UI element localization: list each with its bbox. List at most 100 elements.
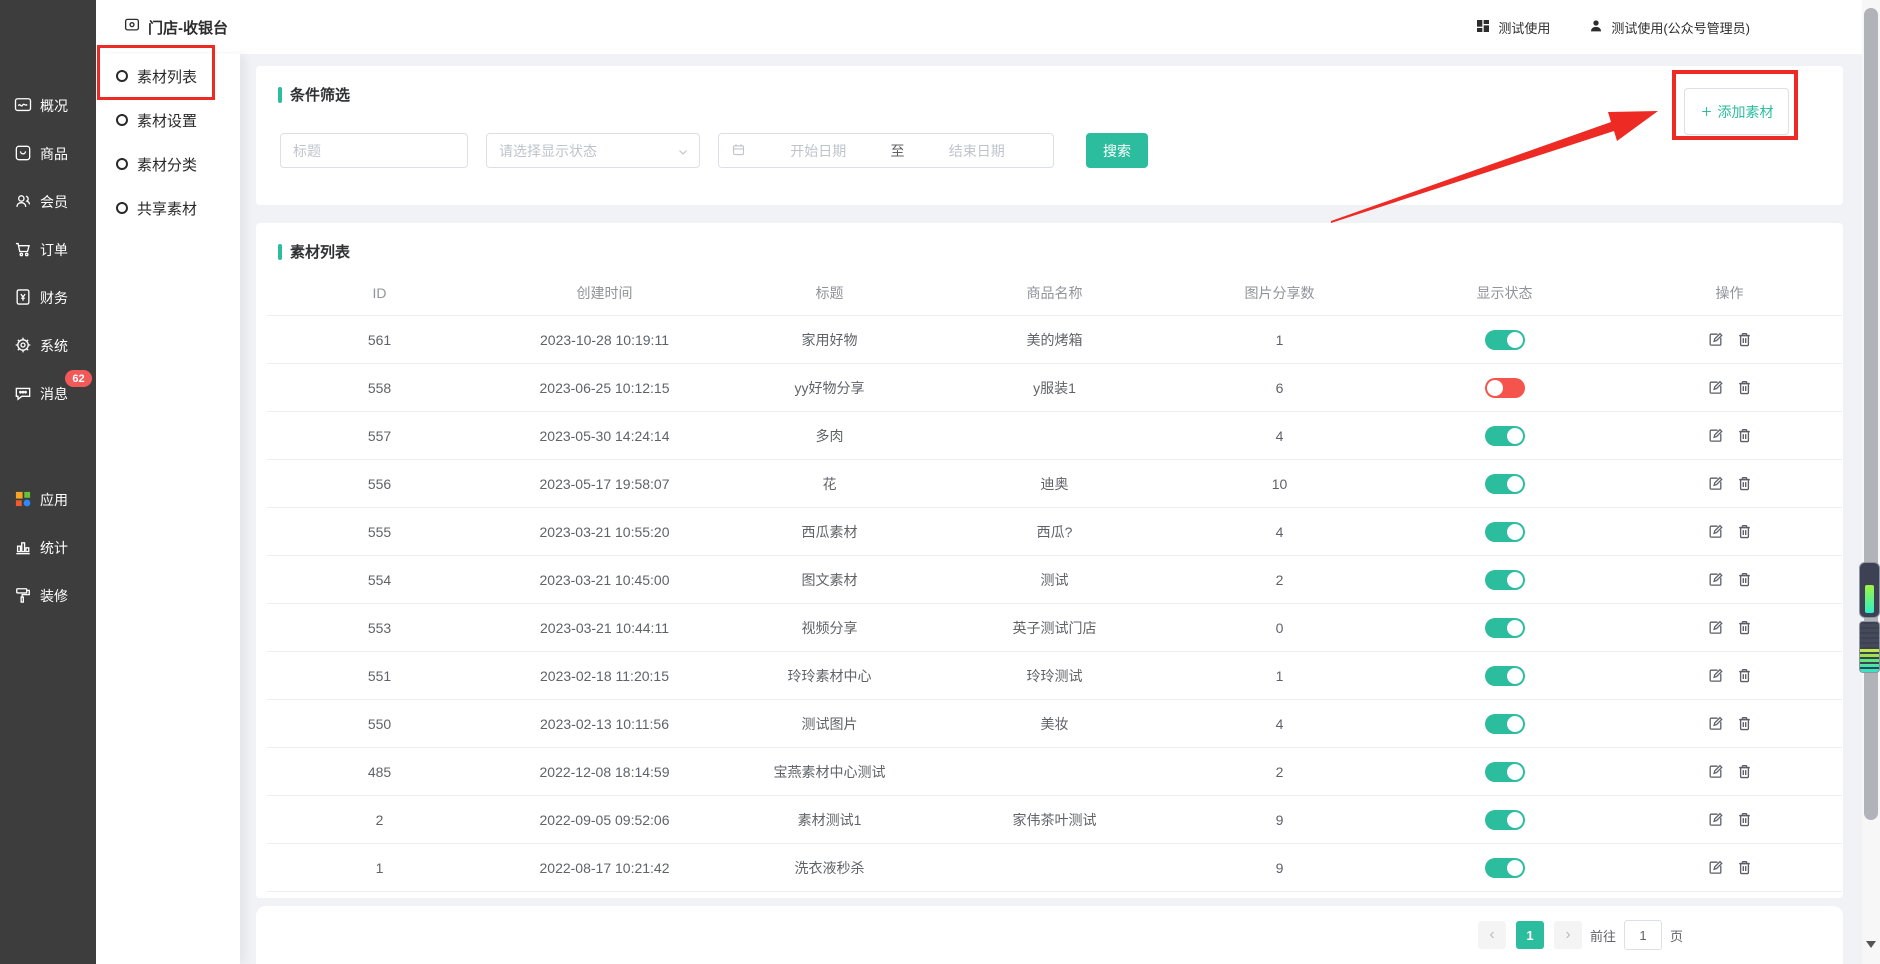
visibility-toggle[interactable] <box>1485 810 1525 830</box>
scrollbar-track[interactable] <box>1862 0 1880 964</box>
visibility-toggle[interactable] <box>1485 522 1525 542</box>
edit-icon[interactable] <box>1707 475 1724 492</box>
cell-id: 561 <box>267 316 492 363</box>
sidebar-item-finance[interactable]: 财务 <box>0 274 96 322</box>
sidebar-item-overview[interactable]: 概况 <box>0 82 96 130</box>
visibility-toggle[interactable] <box>1485 714 1525 734</box>
cell-actions <box>1617 316 1842 363</box>
trash-icon[interactable] <box>1736 475 1753 492</box>
cell-product-name <box>942 844 1167 891</box>
table-row: 5532023-03-21 10:44:11视频分享英子测试门店0 <box>267 604 1842 652</box>
section-accent-bar <box>278 87 282 103</box>
sidebar-item-message[interactable]: 消息62 <box>0 370 96 418</box>
trash-icon[interactable] <box>1736 763 1753 780</box>
sidebar-item-member[interactable]: 会员 <box>0 178 96 226</box>
grid-icon <box>1475 18 1491 37</box>
plus-icon <box>1700 105 1713 118</box>
cell-share-count: 10 <box>1167 460 1392 507</box>
edit-icon[interactable] <box>1707 571 1724 588</box>
member-icon <box>13 191 33 214</box>
cell-share-count: 2 <box>1167 556 1392 603</box>
sidebar-item-deco[interactable]: 装修 <box>0 572 96 620</box>
trash-icon[interactable] <box>1736 427 1753 444</box>
sidebar-item-goods[interactable]: 商品 <box>0 130 96 178</box>
submenu-item-0[interactable]: 素材列表 <box>96 54 240 98</box>
trash-icon[interactable] <box>1736 331 1753 348</box>
visibility-toggle[interactable] <box>1485 762 1525 782</box>
cell-visibility <box>1392 316 1617 363</box>
filter-controls: 请选择显示状态 开始日期 至 结束日期 搜索 <box>280 133 1148 168</box>
sidebar-item-label: 装修 <box>40 586 68 606</box>
edit-icon[interactable] <box>1707 859 1724 876</box>
scrollbar-thumb[interactable] <box>1864 8 1878 820</box>
cell-created-time: 2023-03-21 10:44:11 <box>492 604 717 651</box>
current-page-button[interactable]: 1 <box>1516 921 1544 949</box>
page-title: 门店-收银台 <box>148 17 228 38</box>
cell-created-time: 2022-09-05 09:52:06 <box>492 796 717 843</box>
edit-icon[interactable] <box>1707 811 1724 828</box>
cell-created-time: 2023-05-17 19:58:07 <box>492 460 717 507</box>
edit-icon[interactable] <box>1707 619 1724 636</box>
edit-icon[interactable] <box>1707 379 1724 396</box>
edit-icon[interactable] <box>1707 715 1724 732</box>
table-body: 5612023-10-28 10:19:11家用好物美的烤箱15582023-0… <box>267 316 1842 892</box>
sidebar-item-order[interactable]: 订单 <box>0 226 96 274</box>
visibility-toggle[interactable] <box>1485 378 1525 398</box>
edit-icon[interactable] <box>1707 427 1724 444</box>
submenu-item-label: 素材设置 <box>137 110 197 131</box>
search-button[interactable]: 搜索 <box>1086 133 1148 168</box>
visibility-toggle[interactable] <box>1485 474 1525 494</box>
prev-page-button[interactable]: ‹ <box>1478 921 1506 949</box>
start-date-placeholder: 开始日期 <box>754 141 883 161</box>
visibility-toggle[interactable] <box>1485 858 1525 878</box>
next-page-button[interactable]: › <box>1554 921 1582 949</box>
cell-id: 485 <box>267 748 492 795</box>
table-row: 12022-08-17 10:21:42洗衣液秒杀9 <box>267 844 1842 892</box>
trash-icon[interactable] <box>1736 523 1753 540</box>
trash-icon[interactable] <box>1736 859 1753 876</box>
goto-page-input[interactable] <box>1624 920 1662 950</box>
trash-icon[interactable] <box>1736 667 1753 684</box>
edit-icon[interactable] <box>1707 331 1724 348</box>
add-material-button[interactable]: 添加素材 <box>1684 88 1789 135</box>
radio-circle-icon <box>116 158 128 170</box>
goods-icon <box>13 143 33 166</box>
edit-icon[interactable] <box>1707 667 1724 684</box>
sidebar-item-stats[interactable]: 统计 <box>0 524 96 572</box>
visibility-toggle[interactable] <box>1485 618 1525 638</box>
visibility-toggle[interactable] <box>1485 570 1525 590</box>
date-range-picker[interactable]: 开始日期 至 结束日期 <box>718 133 1054 168</box>
trash-icon[interactable] <box>1736 715 1753 732</box>
sidebar-item-system[interactable]: 系统 <box>0 322 96 370</box>
trash-icon[interactable] <box>1736 379 1753 396</box>
table-row: 4852022-12-08 18:14:59宝燕素材中心测试2 <box>267 748 1842 796</box>
edit-icon[interactable] <box>1707 523 1724 540</box>
cell-title: 玲玲素材中心 <box>717 652 942 699</box>
submenu-item-3[interactable]: 共享素材 <box>96 186 240 230</box>
visibility-toggle[interactable] <box>1485 330 1525 350</box>
secondary-sidebar: 素材列表素材设置素材分类共享素材 <box>96 54 240 964</box>
trash-icon[interactable] <box>1736 811 1753 828</box>
visibility-toggle[interactable] <box>1485 426 1525 446</box>
user-menu[interactable]: 测试使用(公众号管理员) <box>1588 18 1750 37</box>
scrollbar-down-arrow-icon[interactable] <box>1866 941 1876 948</box>
submenu-item-2[interactable]: 素材分类 <box>96 142 240 186</box>
cell-share-count: 4 <box>1167 412 1392 459</box>
cell-created-time: 2022-08-17 10:21:42 <box>492 844 717 891</box>
workspace-switcher[interactable]: 测试使用 <box>1475 18 1550 37</box>
edit-icon[interactable] <box>1707 763 1724 780</box>
cell-created-time: 2023-02-13 10:11:56 <box>492 700 717 747</box>
title-input[interactable] <box>280 133 468 168</box>
sidebar-item-apps[interactable]: 应用 <box>0 476 96 524</box>
apps-icon <box>13 489 33 512</box>
stats-icon <box>13 537 33 560</box>
submenu-item-1[interactable]: 素材设置 <box>96 98 240 142</box>
table-row: 5502023-02-13 10:11:56测试图片美妆4 <box>267 700 1842 748</box>
trash-icon[interactable] <box>1736 571 1753 588</box>
status-select[interactable]: 请选择显示状态 <box>486 133 700 168</box>
cell-actions <box>1617 748 1842 795</box>
cell-actions <box>1617 844 1842 891</box>
trash-icon[interactable] <box>1736 619 1753 636</box>
cell-actions <box>1617 556 1842 603</box>
visibility-toggle[interactable] <box>1485 666 1525 686</box>
